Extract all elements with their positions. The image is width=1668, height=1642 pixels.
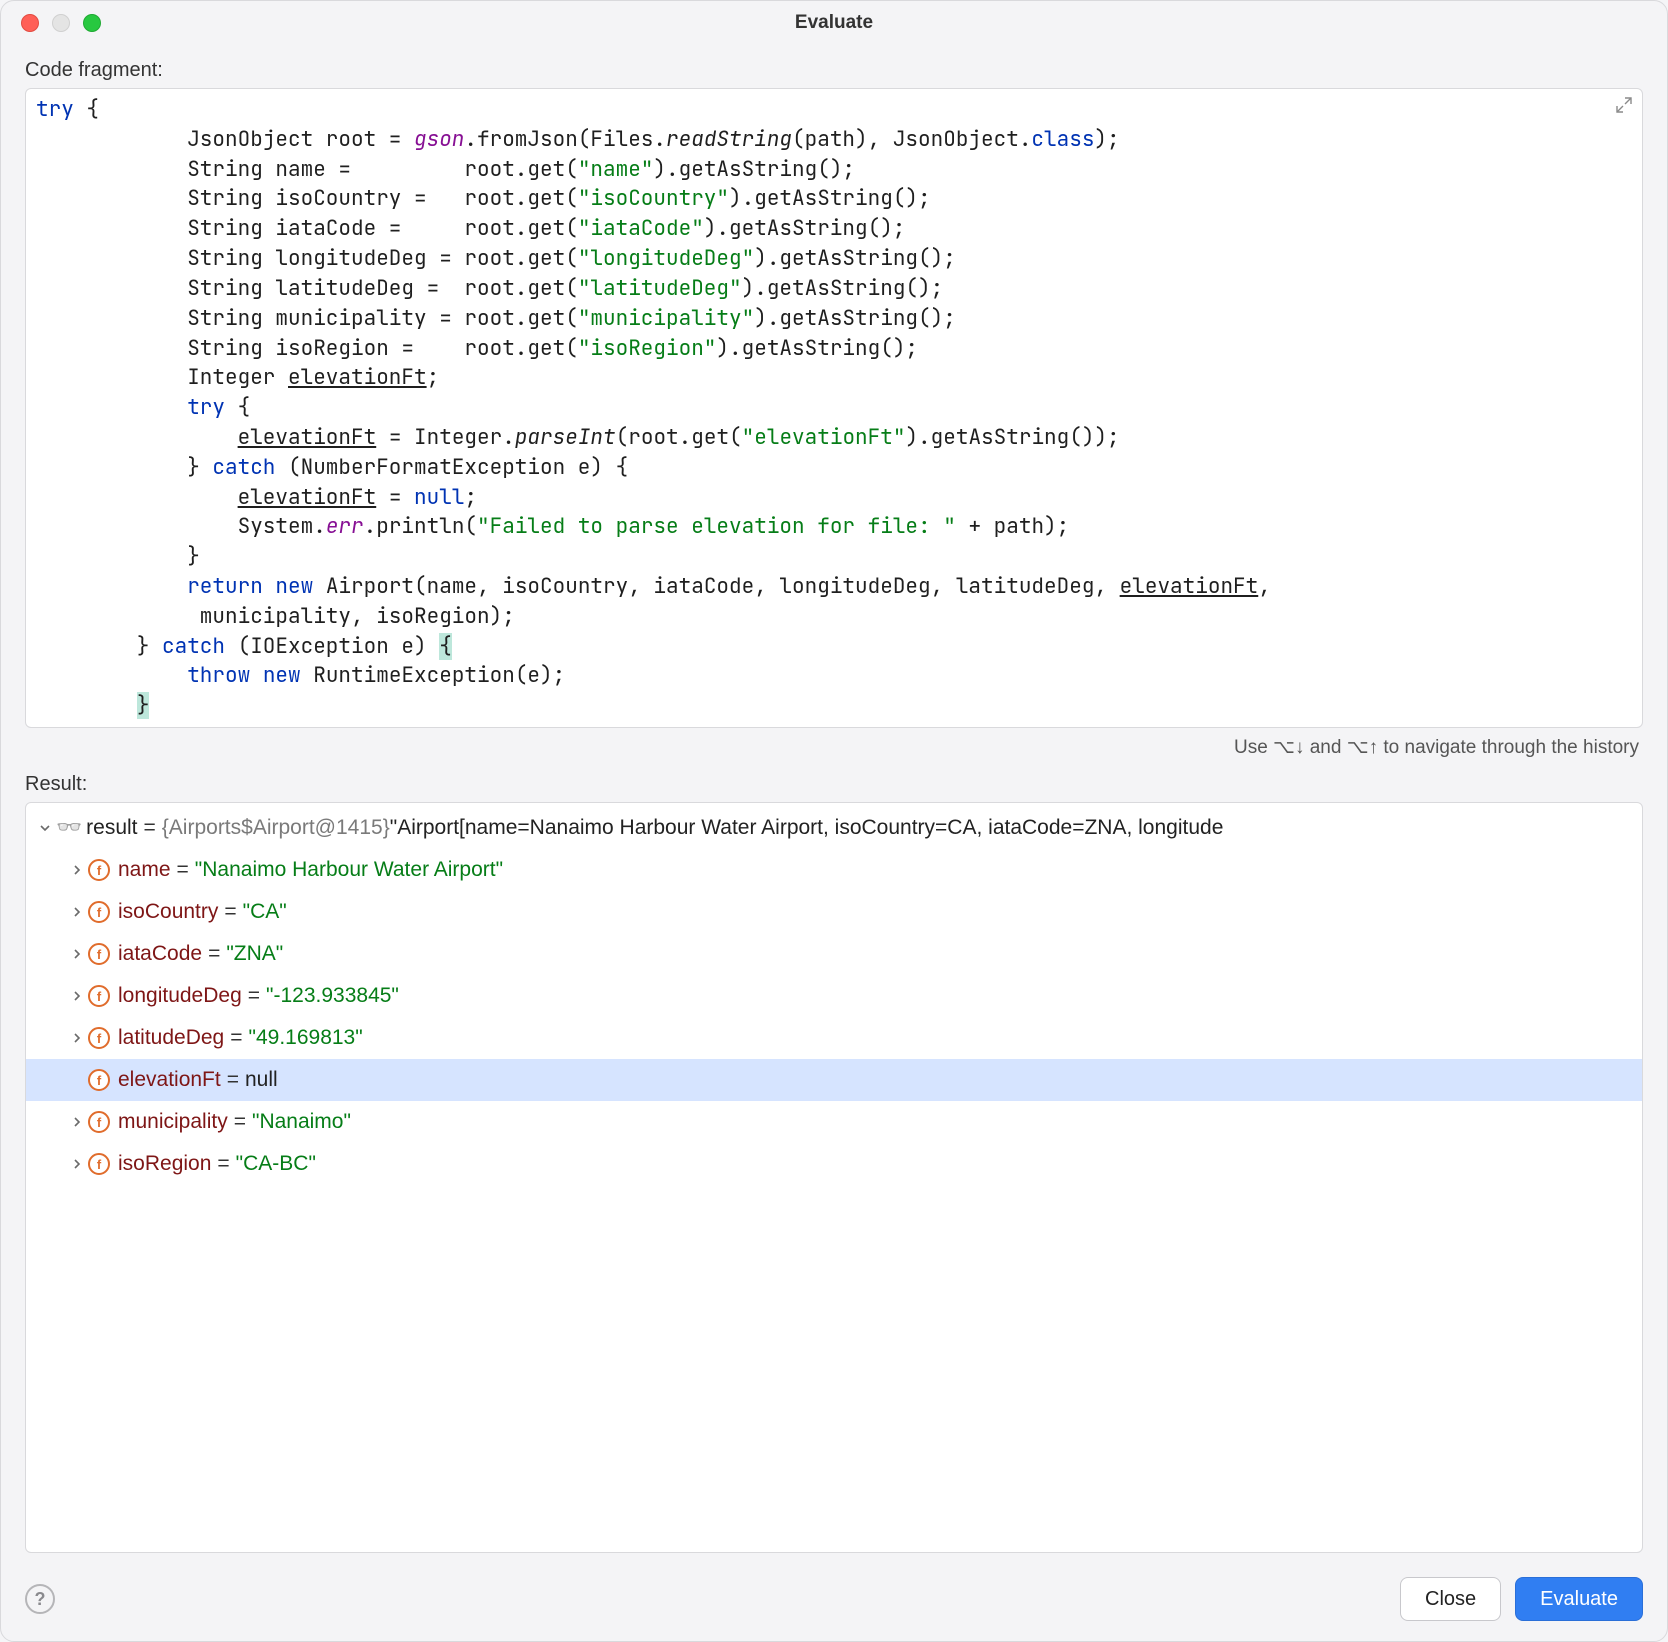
titlebar: Evaluate — [1, 1, 1667, 45]
field-name: isoRegion — [118, 1152, 211, 1176]
result-field-row[interactable]: fisoRegion = "CA-BC" — [26, 1143, 1642, 1185]
chevron-right-icon[interactable] — [66, 906, 88, 918]
dialog-buttons: ? Close Evaluate — [1, 1563, 1667, 1641]
result-field-row[interactable]: flongitudeDeg = "-123.933845" — [26, 975, 1642, 1017]
result-field-row[interactable]: fname = "Nanaimo Harbour Water Airport" — [26, 849, 1642, 891]
field-name: iataCode — [118, 942, 202, 966]
result-root-value: "Airport[name=Nanaimo Harbour Water Airp… — [390, 816, 1224, 840]
field-value: "CA" — [243, 900, 287, 924]
field-value: "49.169813" — [249, 1026, 363, 1050]
field-icon: f — [88, 943, 110, 965]
chevron-right-icon[interactable] — [66, 1116, 88, 1128]
chevron-right-icon[interactable] — [66, 948, 88, 960]
field-icon: f — [88, 1111, 110, 1133]
field-value: "ZNA" — [226, 942, 283, 966]
field-icon: f — [88, 901, 110, 923]
chevron-down-icon[interactable] — [34, 822, 56, 834]
field-name: latitudeDeg — [118, 1026, 224, 1050]
field-icon: f — [88, 1027, 110, 1049]
help-icon[interactable]: ? — [25, 1584, 55, 1614]
result-field-row[interactable]: flatitudeDeg = "49.169813" — [26, 1017, 1642, 1059]
field-icon: f — [88, 985, 110, 1007]
code-fragment-editor[interactable]: try { JsonObject root = gson.fromJson(Fi… — [25, 88, 1643, 728]
result-field-row[interactable]: fmunicipality = "Nanaimo" — [26, 1101, 1642, 1143]
result-tree[interactable]: 👓result = {Airports$Airport@1415} "Airpo… — [25, 802, 1643, 1553]
result-root-name: result — [86, 816, 137, 840]
chevron-right-icon[interactable] — [66, 864, 88, 876]
result-field-row[interactable]: fiataCode = "ZNA" — [26, 933, 1642, 975]
field-icon: f — [88, 859, 110, 881]
window-title: Evaluate — [1, 12, 1667, 34]
field-icon: f — [88, 1069, 110, 1091]
chevron-right-icon[interactable] — [66, 1032, 88, 1044]
field-value: "-123.933845" — [266, 984, 399, 1008]
close-button[interactable]: Close — [1400, 1577, 1501, 1621]
field-name: longitudeDeg — [118, 984, 242, 1008]
evaluate-dialog: Evaluate Code fragment: try { JsonObject… — [0, 0, 1668, 1642]
field-icon: f — [88, 1153, 110, 1175]
result-label: Result: — [1, 759, 1667, 802]
field-value: "CA-BC" — [236, 1152, 316, 1176]
code-text[interactable]: try { JsonObject root = gson.fromJson(Fi… — [26, 89, 1642, 727]
field-name: name — [118, 858, 171, 882]
watch-icon: 👓 — [56, 816, 80, 840]
field-value: "Nanaimo Harbour Water Airport" — [195, 858, 503, 882]
field-value: null — [245, 1068, 278, 1092]
result-root-type: {Airports$Airport@1415} — [162, 816, 390, 840]
field-name: elevationFt — [118, 1068, 221, 1092]
history-help-text: Use ⌥↓ and ⌥↑ to navigate through the hi… — [1, 728, 1667, 759]
field-name: municipality — [118, 1110, 228, 1134]
result-field-row[interactable]: felevationFt = null — [26, 1059, 1642, 1101]
chevron-right-icon[interactable] — [66, 1158, 88, 1170]
field-name: isoCountry — [118, 900, 218, 924]
expand-icon[interactable] — [1616, 97, 1632, 118]
chevron-right-icon[interactable] — [66, 990, 88, 1002]
field-value: "Nanaimo" — [252, 1110, 351, 1134]
result-root-row[interactable]: 👓result = {Airports$Airport@1415} "Airpo… — [26, 807, 1642, 849]
evaluate-button[interactable]: Evaluate — [1515, 1577, 1643, 1621]
code-fragment-label: Code fragment: — [1, 45, 1667, 88]
result-field-row[interactable]: fisoCountry = "CA" — [26, 891, 1642, 933]
